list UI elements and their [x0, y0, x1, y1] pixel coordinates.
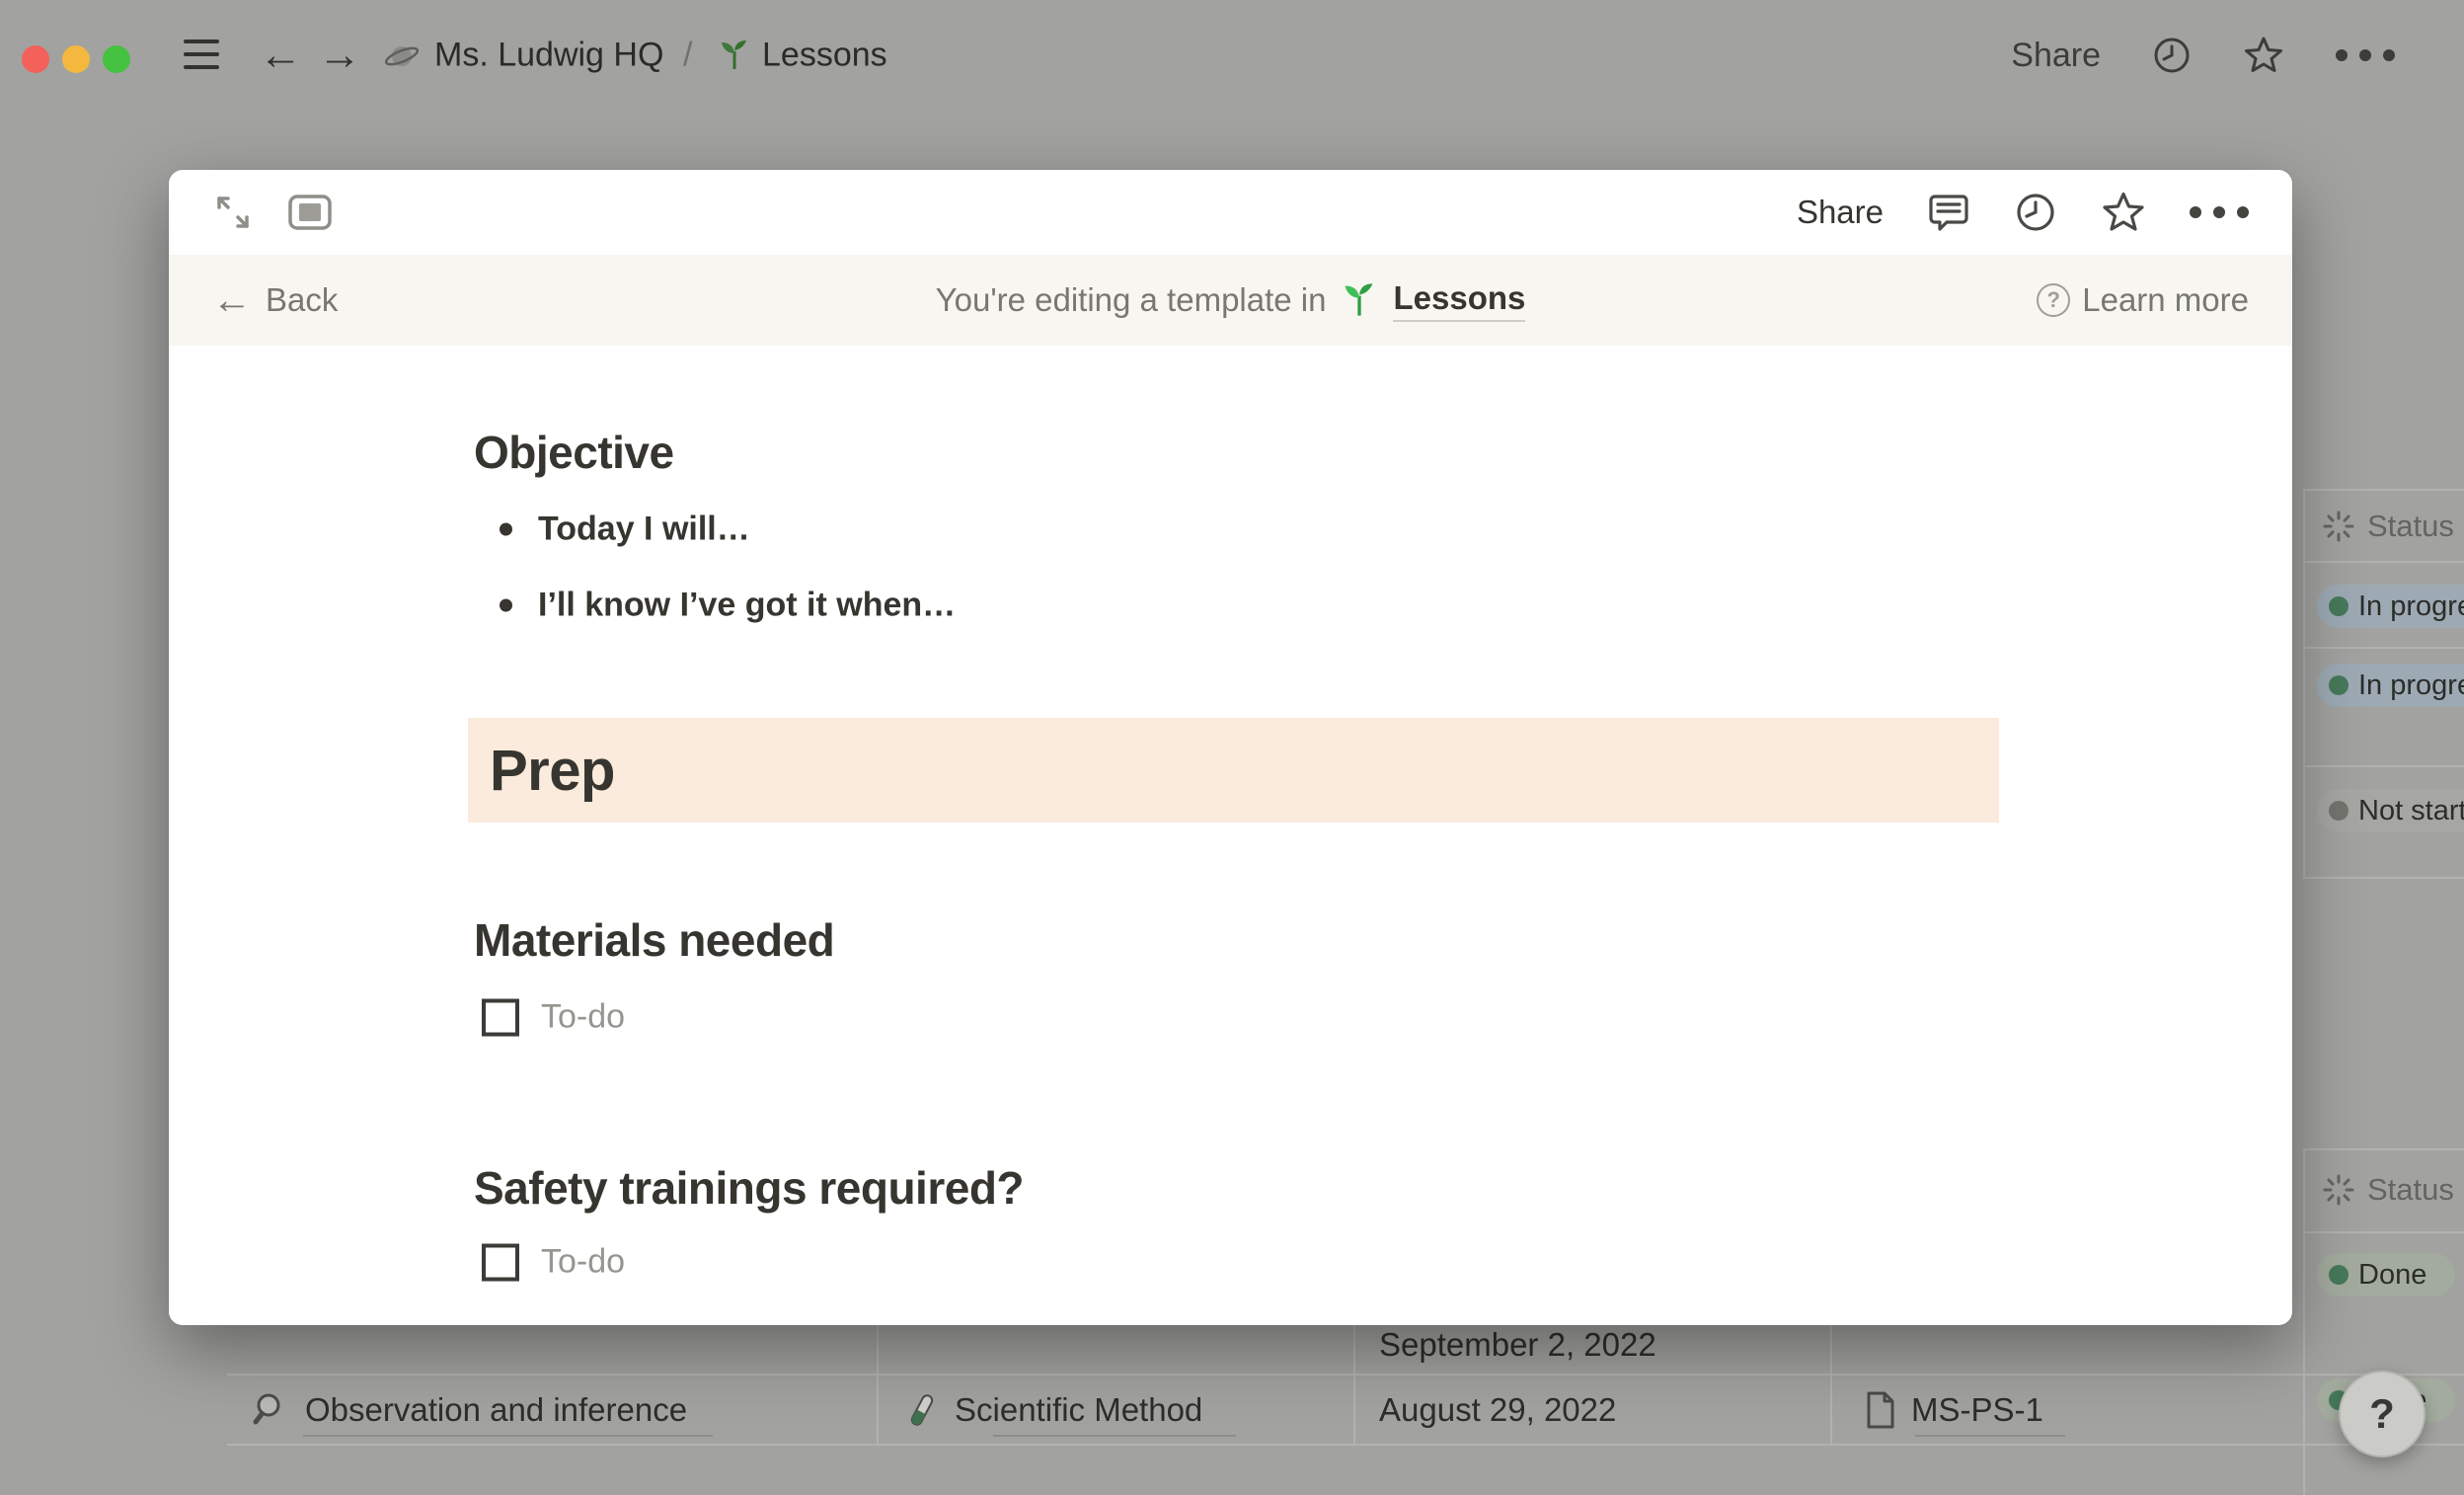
side-peek-icon[interactable] — [287, 194, 333, 231]
minimize-window-button[interactable] — [62, 45, 90, 73]
title-underline — [993, 1435, 1236, 1437]
comment-icon[interactable] — [1927, 191, 1970, 234]
saturn-icon — [383, 38, 421, 75]
table-cell-date[interactable]: August 29, 2022 — [1379, 1391, 1616, 1429]
row-divider — [2303, 1148, 2464, 1150]
sprout-icon — [717, 38, 752, 73]
table-cell-standard[interactable]: MS-PS-1 — [1864, 1390, 2043, 1430]
app-window: ← → Ms. Ludwig HQ / Lessons Share — [0, 0, 2464, 1495]
todo-item[interactable]: To-do — [482, 1243, 625, 1282]
status-spinner-icon — [2322, 510, 2355, 543]
breadcrumb-page[interactable]: Lessons — [762, 37, 887, 75]
back-arrow-icon[interactable]: ← — [259, 34, 302, 77]
row-divider — [227, 1444, 2464, 1446]
row-divider — [2303, 1231, 2464, 1233]
banner-message: You're editing a template in Lessons — [936, 279, 1526, 322]
more-icon[interactable] — [2190, 206, 2249, 218]
bulleted-list-item[interactable]: I’ll know I’ve got it when… — [500, 587, 956, 625]
todo-item[interactable]: To-do — [482, 998, 625, 1037]
back-button[interactable]: ← Back — [212, 280, 936, 320]
question-circle-icon: ? — [2037, 283, 2070, 317]
titlebar-actions: Share — [2011, 35, 2395, 76]
column-divider — [877, 1313, 879, 1444]
status-dot — [2329, 596, 2348, 616]
expand-icon[interactable] — [212, 192, 254, 233]
back-label: Back — [266, 281, 338, 319]
status-spinner-icon — [2322, 1173, 2355, 1207]
status-dot — [2329, 1265, 2348, 1285]
safety-heading[interactable]: Safety trainings required? — [474, 1161, 1024, 1215]
learn-more-label: Learn more — [2082, 281, 2249, 319]
help-button[interactable]: ? — [2339, 1371, 2426, 1457]
template-page-content: Objective Today I will… I’ll know I’ve g… — [169, 346, 2292, 1325]
test-tube-icon — [903, 1390, 941, 1430]
status-dot — [2329, 675, 2348, 695]
table-cell-lesson-title[interactable]: Observation and inference — [252, 1390, 687, 1430]
template-banner: ← Back You're editing a template in Less… — [169, 255, 2292, 346]
star-icon[interactable] — [2101, 190, 2146, 235]
back-arrow-icon: ← — [212, 280, 252, 320]
status-badge[interactable]: In progress — [2317, 585, 2464, 628]
table-cell-subject[interactable]: Scientific Method — [903, 1390, 1202, 1430]
status-badge[interactable]: In progress — [2317, 664, 2464, 707]
status-dot — [2329, 801, 2348, 821]
column-divider — [1353, 1313, 1355, 1444]
menu-icon[interactable] — [184, 39, 219, 69]
learn-more-button[interactable]: ? Learn more — [2037, 281, 2249, 319]
more-icon[interactable] — [2336, 49, 2395, 61]
banner-template-page-link[interactable]: Lessons — [1393, 279, 1525, 322]
prep-heading: Prep — [490, 738, 615, 804]
status-badge[interactable]: Not started — [2317, 789, 2464, 832]
bulleted-list-item[interactable]: Today I will… — [500, 511, 750, 549]
close-window-button[interactable] — [22, 45, 49, 73]
checkbox[interactable] — [482, 1243, 519, 1281]
clock-icon[interactable] — [2152, 36, 2192, 75]
modal-toolbar: Share — [169, 170, 2292, 255]
sprout-icon — [1340, 280, 1379, 320]
status-badge[interactable]: Done — [2317, 1253, 2455, 1297]
column-divider — [1830, 1313, 1832, 1444]
table-cell-date-partial[interactable]: September 2, 2022 — [1379, 1326, 1656, 1364]
prep-heading-block[interactable]: Prep — [468, 718, 1999, 823]
breadcrumb-workspace[interactable]: Ms. Ludwig HQ — [434, 37, 663, 75]
banner-message-text: You're editing a template in — [936, 281, 1327, 319]
magnifier-icon — [252, 1390, 291, 1430]
bullet-icon — [500, 523, 512, 536]
forward-arrow-icon[interactable]: → — [318, 34, 361, 77]
materials-heading[interactable]: Materials needed — [474, 913, 834, 967]
zoom-window-button[interactable] — [103, 45, 130, 73]
modal-share-button[interactable]: Share — [1797, 194, 1884, 231]
row-divider — [2303, 561, 2464, 563]
row-divider — [227, 1374, 2464, 1376]
column-divider — [2303, 489, 2305, 879]
template-editor-modal: Share ← Back You're editing a template i… — [169, 170, 2292, 1325]
row-divider — [2303, 647, 2464, 649]
status-column-header[interactable]: Status — [2322, 1172, 2454, 1208]
titlebar-share-button[interactable]: Share — [2011, 37, 2101, 75]
row-divider — [2303, 765, 2464, 767]
row-divider — [2303, 489, 2464, 491]
column-divider — [2303, 1148, 2305, 1495]
star-icon[interactable] — [2243, 35, 2284, 76]
page-icon — [1864, 1390, 1897, 1430]
window-titlebar: ← → Ms. Ludwig HQ / Lessons Share — [0, 0, 2464, 91]
status-column-header[interactable]: Status — [2322, 509, 2454, 544]
clock-icon[interactable] — [2014, 191, 2057, 234]
bullet-icon — [500, 599, 512, 612]
title-underline — [1915, 1435, 2065, 1437]
title-underline — [303, 1435, 713, 1437]
checkbox[interactable] — [482, 998, 519, 1036]
row-divider — [2303, 877, 2464, 879]
breadcrumb-separator: / — [683, 37, 692, 75]
objective-heading[interactable]: Objective — [474, 426, 674, 479]
